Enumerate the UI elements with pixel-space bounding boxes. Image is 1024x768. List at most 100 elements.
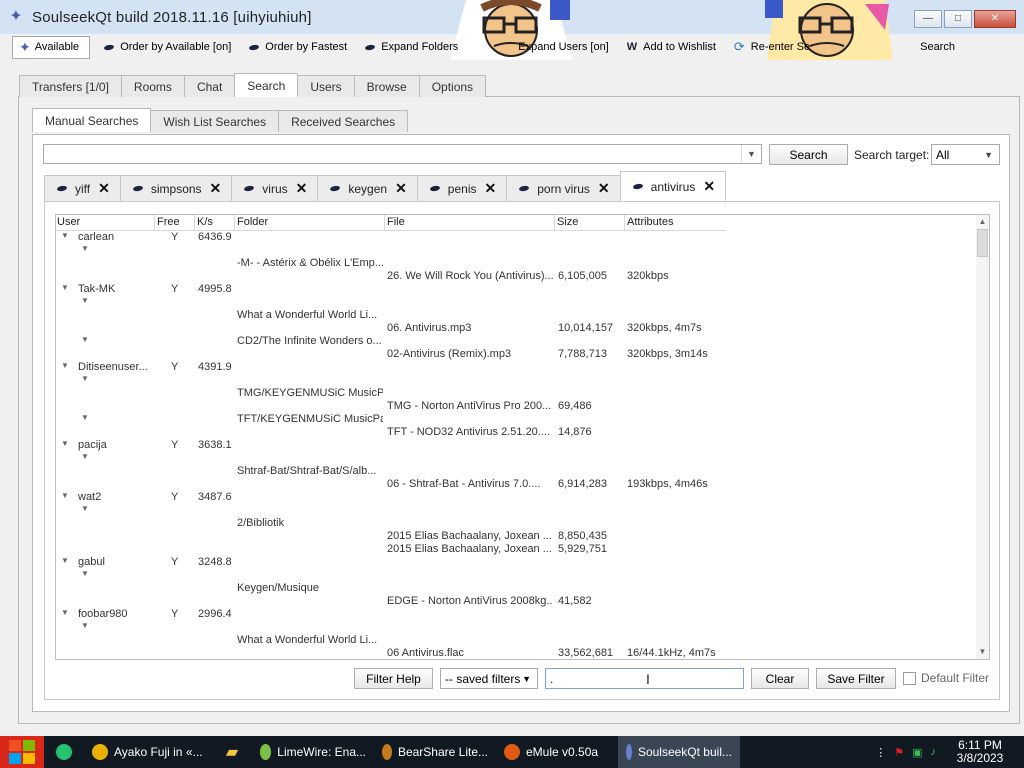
close-icon[interactable]: ✕ — [484, 180, 496, 197]
table-row[interactable]: TMG/KEYGENMUSiC MusicPa... — [56, 387, 756, 400]
expand-triangle-icon[interactable]: ▼ — [61, 231, 69, 240]
search-tab[interactable]: simpsons ✕ — [119, 175, 233, 201]
clock[interactable]: 6:11 PM 3/8/2023 — [944, 739, 1016, 765]
expand-triangle-icon[interactable]: ▼ — [81, 504, 89, 513]
table-row[interactable]: ▼ foobar980 Y 2996.4 — [56, 608, 756, 621]
search-tab[interactable]: penis ✕ — [416, 175, 508, 201]
table-row[interactable]: EDGE - Norton AntiVirus 2008kg... 41,582 — [56, 595, 756, 608]
filter-help-button[interactable]: Filter Help — [354, 668, 433, 689]
column-header[interactable]: K/s — [197, 216, 213, 228]
chevron-down-icon[interactable]: ▼ — [741, 145, 761, 163]
volume-icon[interactable]: ♪ — [931, 746, 937, 758]
table-row[interactable]: 2015 Elias Bachaalany, Joxean ... 5,929,7… — [56, 543, 756, 556]
minimize-button[interactable]: — — [914, 10, 942, 28]
tab-received-searches[interactable]: Received Searches — [278, 110, 409, 132]
tab-wish-list-searches[interactable]: Wish List Searches — [150, 110, 280, 132]
expand-triangle-icon[interactable]: ▼ — [61, 608, 69, 617]
expand-triangle-icon[interactable]: ▼ — [81, 244, 89, 253]
table-row[interactable]: 06 - Shtraf-Bat - Antivirus 7.0.... 6,914… — [56, 478, 756, 491]
table-row[interactable]: What a Wonderful World Li... — [56, 634, 756, 647]
table-row[interactable]: ▼ — [56, 452, 756, 465]
save-filter-button[interactable]: Save Filter — [816, 668, 896, 689]
table-row[interactable]: ▼ wat2 Y 3487.6 — [56, 491, 756, 504]
table-row[interactable]: 2015 Elias Bachaalany, Joxean ... 8,850,4… — [56, 530, 756, 543]
table-row[interactable]: -M- - Astérix & Obélix L'Emp... — [56, 257, 756, 270]
order-by-fastest-button[interactable]: Order by Fastest — [248, 41, 347, 53]
table-row[interactable]: TFT - NOD32 Antivirus 2.51.20.... 14,876 — [56, 426, 756, 439]
table-row[interactable]: 02-Antivirus (Remix).mp3 7,788,713 320kbps… — [56, 348, 756, 361]
taskbar-task[interactable]: BearShare Lite... — [374, 736, 496, 768]
chat-app-icon[interactable] — [44, 736, 84, 768]
tab-chat[interactable]: Chat — [183, 75, 236, 97]
taskbar-task[interactable]: eMule v0.50a — [496, 736, 618, 768]
scrollbar-thumb[interactable] — [977, 229, 988, 257]
tab-options[interactable]: Options — [418, 75, 487, 97]
start-button[interactable] — [0, 736, 44, 768]
table-row[interactable]: ▼ carlean Y 6436.9 — [56, 231, 756, 244]
scroll-down-icon[interactable]: ▼ — [976, 645, 989, 659]
column-header[interactable]: Folder — [237, 216, 268, 228]
tab-manual-searches[interactable]: Manual Searches — [32, 108, 152, 132]
table-row[interactable]: 2/Bibliotik — [56, 517, 756, 530]
table-row[interactable]: CD2/The Infinite Wonders o... — [56, 335, 756, 348]
tab-transfers[interactable]: Transfers [1/0] — [19, 75, 122, 97]
close-icon[interactable]: ✕ — [598, 180, 610, 197]
column-header[interactable]: User — [57, 216, 80, 228]
table-row[interactable]: ▼ — [56, 296, 756, 309]
column-header[interactable]: File — [387, 216, 405, 228]
taskbar-task[interactable]: Ayako Fuji in «... — [84, 736, 212, 768]
column-header[interactable]: Attributes — [627, 216, 673, 228]
close-icon[interactable]: ✕ — [703, 178, 715, 195]
expand-triangle-icon[interactable]: ▼ — [61, 491, 69, 500]
column-header[interactable]: Free — [157, 216, 180, 228]
expand-folders-button[interactable]: Expand Folders — [364, 41, 458, 53]
expand-triangle-icon[interactable]: ▼ — [81, 621, 89, 630]
expand-triangle-icon[interactable]: ▼ — [81, 452, 89, 461]
close-button[interactable]: ✕ — [974, 10, 1016, 28]
table-row[interactable]: ▼ — [56, 621, 756, 634]
saved-filters-select[interactable]: -- saved filters ▼ — [440, 668, 538, 689]
expand-users-button[interactable]: Expand Users [on] — [518, 41, 609, 53]
clear-filter-button[interactable]: Clear — [751, 668, 809, 689]
table-row[interactable]: 06 Antivirus.flac 33,562,681 16/44.1kHz, 4… — [56, 647, 756, 659]
table-row[interactable]: ▼ — [56, 244, 756, 257]
taskbar-task[interactable]: LimeWire: Ena... — [252, 736, 374, 768]
close-icon[interactable]: ✕ — [98, 180, 110, 197]
re-enter-search-button[interactable]: ⟳ Re-enter Se — [734, 39, 810, 55]
file-explorer-icon[interactable]: ▰ — [212, 736, 252, 768]
add-to-wishlist-button[interactable]: W Add to Wishlist — [627, 41, 716, 53]
search-tab[interactable]: yiff ✕ — [44, 175, 121, 201]
close-icon[interactable]: ✕ — [296, 180, 308, 197]
checkbox-icon[interactable] — [903, 671, 916, 685]
available-button[interactable]: ✦ Available — [12, 35, 91, 59]
expand-triangle-icon[interactable]: ▼ — [61, 556, 69, 565]
close-icon[interactable]: ✕ — [210, 180, 222, 197]
search-tab[interactable]: porn virus ✕ — [506, 175, 621, 201]
results-tree[interactable]: User Free K/s Folder File Size Attributes ▼ car… — [55, 214, 977, 660]
table-row[interactable]: 26. We Will Rock You (Antivirus)... 6,105… — [56, 270, 756, 283]
search-button[interactable]: Search — [769, 144, 848, 165]
more-icon[interactable]: ⋮ — [875, 746, 886, 759]
search-query-input[interactable]: ▼ — [43, 144, 762, 164]
expand-triangle-icon[interactable]: ▼ — [61, 283, 69, 292]
tab-search[interactable]: Search — [234, 73, 299, 97]
expand-triangle-icon[interactable]: ▼ — [61, 361, 69, 370]
table-row[interactable]: 06. Antivirus.mp3 10,014,157 320kbps, 4m7s — [56, 322, 756, 335]
tab-browse[interactable]: Browse — [353, 75, 420, 97]
flag-icon[interactable]: ⚑ — [894, 746, 904, 759]
table-row[interactable]: ▼ gabul Y 3248.8 — [56, 556, 756, 569]
table-row[interactable]: TFT/KEYGENMUSiC MusicPa... — [56, 413, 756, 426]
table-row[interactable]: ▼ Ditiseenuser... Y 4391.9 — [56, 361, 756, 374]
table-row[interactable]: ▼ — [56, 504, 756, 517]
tab-users[interactable]: Users — [297, 75, 355, 97]
network-icon[interactable]: ▣ — [912, 746, 922, 759]
vertical-scrollbar[interactable]: ▲ ▼ — [976, 214, 990, 660]
expand-triangle-icon[interactable]: ▼ — [61, 439, 69, 448]
expand-triangle-icon[interactable]: ▼ — [81, 374, 89, 383]
search-tab[interactable]: keygen ✕ — [317, 175, 418, 201]
tab-rooms[interactable]: Rooms — [120, 75, 185, 97]
column-header[interactable]: Size — [557, 216, 578, 228]
table-row[interactable]: Keygen/Musique — [56, 582, 756, 595]
default-filter-checkbox[interactable]: Default Filter — [903, 671, 989, 685]
search-partial-button[interactable]: Search — [920, 41, 955, 53]
